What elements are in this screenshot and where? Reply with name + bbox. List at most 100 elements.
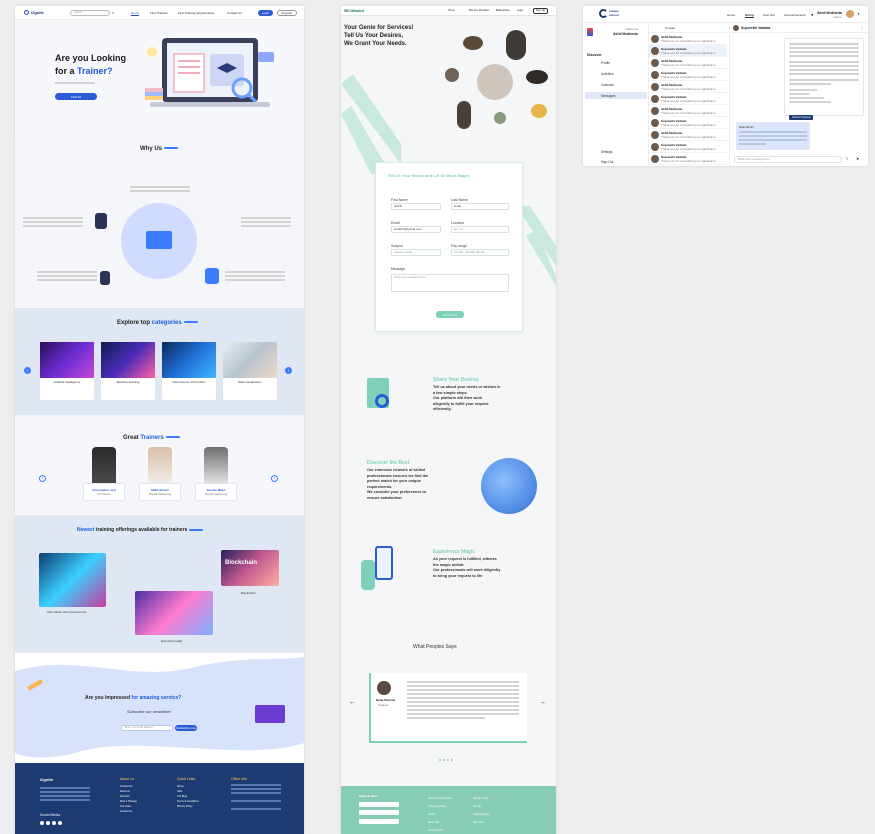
sidebar-item-profile[interactable]: Profile [585,59,647,66]
chat-row[interactable]: Supreethi Vadada Thank you for considerin… [649,45,727,57]
footer-logo[interactable]: i2gnite [40,777,53,782]
testimonials-title: What Peoples Says [413,644,457,650]
sidebar-item-calendar[interactable]: Calendar [585,81,647,88]
footer-link[interactable]: Terms of Services [428,794,452,802]
nav-announcements[interactable]: Announcements [784,13,806,17]
trainers-prev-button[interactable]: ‹ [39,475,46,482]
submit-proposal-button[interactable]: Submit Proposal [789,115,814,120]
instagram-icon[interactable] [58,821,62,825]
last-name-input[interactable]: Dutta [451,203,509,210]
nav-login[interactable]: Login [517,9,523,12]
footer-link[interactable]: Home [473,802,489,810]
chat-row[interactable]: Akhil Mukheda Thank you for considering m… [649,57,727,69]
footer-link[interactable]: Become [428,818,452,826]
twitter-icon[interactable] [46,821,50,825]
footer-input[interactable] [359,802,399,807]
person-illustration [95,213,107,229]
newsletter-email-input[interactable]: Enter your email address [121,725,173,731]
testimonial-prev-arrow[interactable]: ← [349,699,356,706]
nav-become-providers[interactable]: Become Providers [469,9,489,12]
footer-link[interactable]: Services [473,818,489,826]
logo[interactable]: unique school [599,9,619,18]
hero-title: Your Genie for Services! Tell Us Your De… [344,25,414,47]
email-input[interactable]: aishik01@gmail.com [391,226,441,233]
category-card[interactable]: Machine learning [100,341,156,401]
sidebar-item-activities[interactable]: Activities [585,70,647,77]
nav-hiring[interactable]: Hiring [745,13,754,18]
more-options-icon[interactable]: ⋮ [860,25,864,30]
footer-input[interactable] [359,810,399,815]
offering-image[interactable]: Blockchain [221,550,279,586]
footer-link[interactable]: FAQs [428,810,452,818]
linkedin-icon[interactable] [52,821,56,825]
category-card[interactable]: Data visualization [222,341,278,401]
nav-post-job[interactable]: Post Job [763,13,775,17]
logo-icon [599,9,608,18]
newsletter-subscribe-button[interactable]: Subscribe now [175,725,197,731]
nav-contact[interactable]: Contact Us [227,11,242,15]
chat-row[interactable]: Akhil Mukheda Thank you for considering m… [649,33,727,45]
feature-title: Experience Magic [433,549,476,555]
search-icon[interactable]: ⌕ [112,10,117,15]
category-card[interactable]: Data science Information [161,341,217,401]
offering-image[interactable] [135,591,213,635]
logo[interactable]: i2gnite [24,10,44,15]
notification-icon[interactable]: ● [811,12,813,17]
sidebar-item-sign-out[interactable]: Sign Out [585,158,647,165]
footer-link[interactable]: Marketplace [473,810,489,818]
first-name-input[interactable]: Aishik [391,203,441,210]
register-button[interactable]: Register [277,10,297,16]
message-textarea[interactable]: Write your request here... [391,274,509,292]
send-now-button[interactable]: Send Now [436,311,464,318]
testimonial-pagination[interactable] [438,748,454,766]
categories-next-button[interactable]: › [285,367,292,374]
footer-link[interactable]: Contact Us [120,809,137,814]
categories-prev-button[interactable]: ‹ [24,367,31,374]
search-input[interactable]: Search [70,10,110,16]
subject-select[interactable]: Select a Goal [391,249,441,256]
trainer-card[interactable]: Brooke Milan Digital Marketing [195,447,237,505]
chat-list-filter[interactable]: Unread [649,24,727,33]
location-input[interactable]: Ex: xxx [451,226,509,233]
nav-find-training[interactable]: Find Training Opportunities [178,11,214,15]
footer-submit-button[interactable] [359,819,399,824]
sidebar-item-settings[interactable]: Settings [585,148,647,155]
chat-row[interactable]: Supreethi Vadada Thank you for considerin… [649,93,727,105]
footer-link[interactable]: Contact Us [428,826,452,834]
nav-find-trainers[interactable]: Find Trainers [150,11,168,15]
nav-home[interactable]: Home [727,13,735,17]
signup-button[interactable]: Sign Up [533,8,548,14]
chat-row[interactable]: Akhil Mukheda Thank you for considering m… [649,105,727,117]
chat-row[interactable]: Akhil Mukheda Thank you for considering m… [649,129,727,141]
trainer-card[interactable]: Millie Brown Digital Marketing [139,447,181,505]
offering-image[interactable] [39,553,106,607]
chat-row[interactable]: Akhil Mukheda Thank you for considering m… [649,81,727,93]
nav-home[interactable]: Home [448,9,455,12]
logo[interactable]: WiCitMarket [344,9,364,13]
footer-link[interactable]: Privacy Policy [177,804,199,809]
chat-row[interactable]: Supreethi Vadada Thank you for considerin… [649,141,727,153]
nav-home[interactable]: Home [131,11,140,16]
attachment-icon[interactable]: ⌇ [846,156,848,161]
send-icon[interactable]: ➤ [856,156,859,161]
testimonial-next-arrow[interactable]: → [539,699,546,706]
chat-row[interactable]: Supreethi Vadada Thank you for considerin… [649,153,727,165]
nav-marketplace[interactable]: Marketplace [496,9,510,12]
footer-link[interactable]: Privacy policy [428,802,452,810]
offerings-title: Newest training offerings available for … [77,527,204,533]
testimonial-card: Neha Sharma Student [369,673,527,743]
hero-cta-button[interactable]: Find All [55,93,97,100]
category-card[interactable]: Artificial Intelligence [39,341,95,401]
message-input[interactable]: Write your message here... [734,156,842,163]
trainers-next-button[interactable]: › [271,475,278,482]
chat-row[interactable]: Supreethi Vadada Thank you for considerin… [649,69,727,81]
chat-row[interactable]: Supreethi Vadada Thank you for considerin… [649,117,727,129]
why-us-point-2 [23,217,83,229]
login-button[interactable]: Login [258,10,273,16]
chevron-down-icon[interactable]: ▼ [857,12,860,16]
user-avatar[interactable] [846,10,854,18]
pay-range-select[interactable]: 10,000 - 20,000 /Month [451,249,509,256]
sidebar-item-messages[interactable]: Messages [585,92,647,99]
facebook-icon[interactable] [40,821,44,825]
trainer-card[interactable]: Christopher Jest UI Trainer [83,447,125,505]
